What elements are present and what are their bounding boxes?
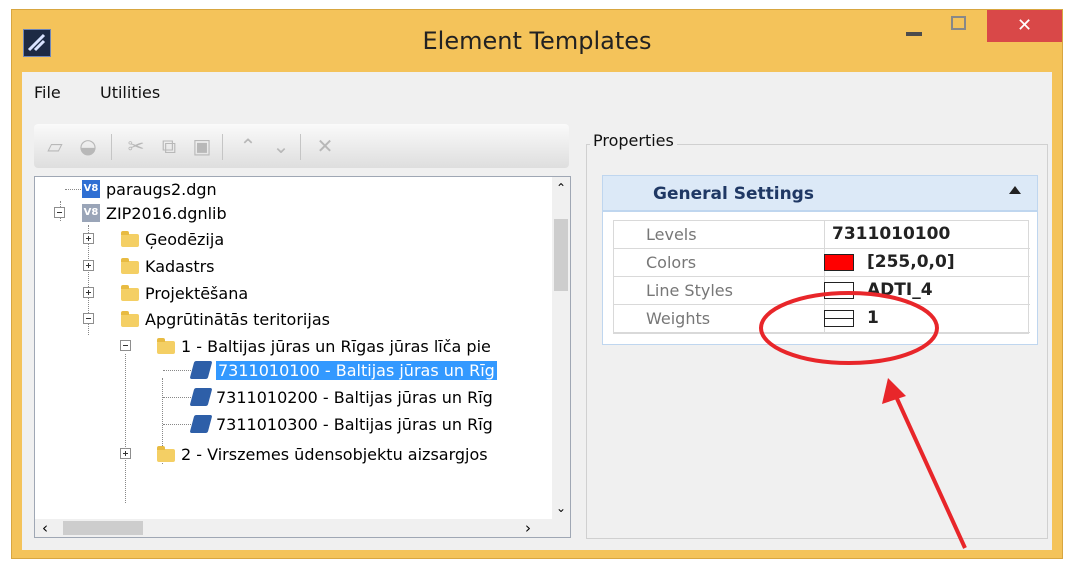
title-bar[interactable]: Element Templates ✕ [12,10,1062,72]
property-value: [255,0,0] [867,252,955,272]
tree-item-apgrutinatas[interactable]: Apgrūtinātās teritorijas [121,307,330,331]
open-folder-icon[interactable]: ▱ [44,135,66,157]
folder-icon [121,230,139,247]
element-template-icon [189,361,213,379]
property-name: Levels [646,225,697,244]
folder-icon [121,284,139,301]
tree-item-label: 7311010300 - Baltijas jūras un Rīg [216,414,493,434]
property-value: 1 [867,308,879,328]
toolbar: ▱ ◒ ✂ ⧉ ▣ ⌃ ⌄ ✕ [34,124,569,168]
tree-item-label: ZIP2016.dgnlib [106,203,227,223]
general-settings-body: Levels 7311010100 Colors [255,0,0] Line … [602,211,1038,345]
scroll-up-icon[interactable]: ⌃ [556,181,566,195]
dialog-client-area: File Utilities ▱ ◒ ✂ ⧉ ▣ ⌃ ⌄ ✕ V8 paraug… [22,72,1052,550]
move-down-icon[interactable]: ⌄ [270,135,292,157]
element-templates-window: Element Templates ✕ File Utilities ▱ ◒ ✂… [12,10,1062,558]
tree-item-group-2[interactable]: 2 - Virszemes ūdensobjektu aizsargjos [157,442,488,466]
close-button[interactable]: ✕ [987,10,1062,42]
tree-item-label: 7311010100 - Baltijas jūras un Rīg [216,360,497,380]
tree-item-paraugs2[interactable]: V8 paraugs2.dgn [82,177,217,201]
tree-item-zip2016[interactable]: V8 ZIP2016.dgnlib [82,201,227,225]
property-grid: Levels 7311010100 Colors [255,0,0] Line … [613,220,1030,334]
vertical-scrollbar[interactable]: ⌃ ⌄ [552,177,570,519]
toolbar-separator [300,134,301,160]
tree-item-label: Projektēšana [145,283,249,303]
tree-item-label: 2 - Virszemes ūdensobjektu aizsargjos [181,444,488,464]
scroll-right-icon[interactable]: › [525,519,531,537]
expand-toggle[interactable] [83,233,94,244]
menu-bar: File Utilities [22,72,1052,110]
folder-icon [121,257,139,274]
line-style-swatch [824,282,854,299]
collapse-toggle[interactable] [54,207,65,218]
copy-icon[interactable]: ⧉ [158,135,180,157]
properties-label: Properties [590,131,677,150]
minimize-button[interactable] [892,10,938,42]
vertical-scroll-thumb[interactable] [554,219,568,291]
menu-file[interactable]: File [34,83,61,102]
v8-library-icon: V8 [82,204,100,222]
section-title: General Settings [653,184,814,204]
tree-item-projektesana[interactable]: Projektēšana [121,281,248,305]
tree-item-label: 1 - Baltijas jūras un Rīgas jūras līča p… [181,336,491,356]
v8-file-icon: V8 [82,180,100,198]
tree-item-label: Ģeodēzija [145,229,225,249]
collapse-toggle[interactable] [83,313,94,324]
scroll-left-icon[interactable]: ‹ [42,519,48,537]
property-name: Weights [646,309,711,328]
tree-item-label: Kadastrs [145,256,215,276]
scroll-down-icon[interactable]: ⌄ [556,501,566,515]
menu-utilities[interactable]: Utilities [100,83,160,102]
delete-icon[interactable]: ✕ [314,135,336,157]
property-row-weights[interactable]: Weights 1 [614,305,1030,333]
folder-icon [121,310,139,327]
toolbar-separator [111,134,112,160]
toolbar-separator [222,134,223,160]
tree-item-7311010300[interactable]: 7311010300 - Baltijas jūras un Rīg [189,412,493,436]
column-divider [824,221,825,248]
folder-icon [157,445,175,462]
horizontal-scrollbar[interactable]: ‹ › [35,519,570,537]
tree-item-7311010100[interactable]: 7311010100 - Baltijas jūras un Rīg [189,358,497,382]
general-settings-header[interactable]: General Settings [602,175,1038,211]
folder-icon [157,337,175,354]
tree-item-label: paraugs2.dgn [106,179,217,199]
property-value: ADTI_4 [867,280,933,300]
property-row-line-styles[interactable]: Line Styles ADTI_4 [614,277,1030,305]
tree-item-group-1[interactable]: 1 - Baltijas jūras un Rīgas jūras līča p… [157,334,491,358]
property-value: 7311010100 [832,224,951,244]
library-icon[interactable]: ◒ [77,135,99,157]
tree-item-label: 7311010200 - Baltijas jūras un Rīg [216,387,493,407]
paste-icon[interactable]: ▣ [191,135,213,157]
cut-icon[interactable]: ✂ [125,135,147,157]
move-up-icon[interactable]: ⌃ [237,135,259,157]
color-swatch [824,254,854,271]
expand-toggle[interactable] [83,260,94,271]
maximize-button[interactable] [940,10,986,42]
collapse-toggle[interactable] [120,340,131,351]
weight-swatch [824,310,854,327]
property-name: Colors [646,253,697,272]
tree-item-7311010200[interactable]: 7311010200 - Baltijas jūras un Rīg [189,385,493,409]
property-name: Line Styles [646,281,733,300]
element-template-icon [189,388,213,406]
tree-item-kadastrs[interactable]: Kadastrs [121,254,215,278]
expand-toggle[interactable] [83,287,94,298]
expand-toggle[interactable] [120,448,131,459]
property-row-colors[interactable]: Colors [255,0,0] [614,249,1030,277]
collapse-chevron-icon[interactable] [1009,186,1021,194]
element-template-icon [189,415,213,433]
tree-item-label: Apgrūtinātās teritorijas [145,309,330,329]
template-tree[interactable]: V8 paraugs2.dgn V8 ZIP2016.dgnlib Ģeodēz… [34,176,571,538]
horizontal-scroll-thumb[interactable] [63,521,143,535]
property-row-levels[interactable]: Levels 7311010100 [614,221,1030,249]
tree-item-geodezija[interactable]: Ģeodēzija [121,227,224,251]
